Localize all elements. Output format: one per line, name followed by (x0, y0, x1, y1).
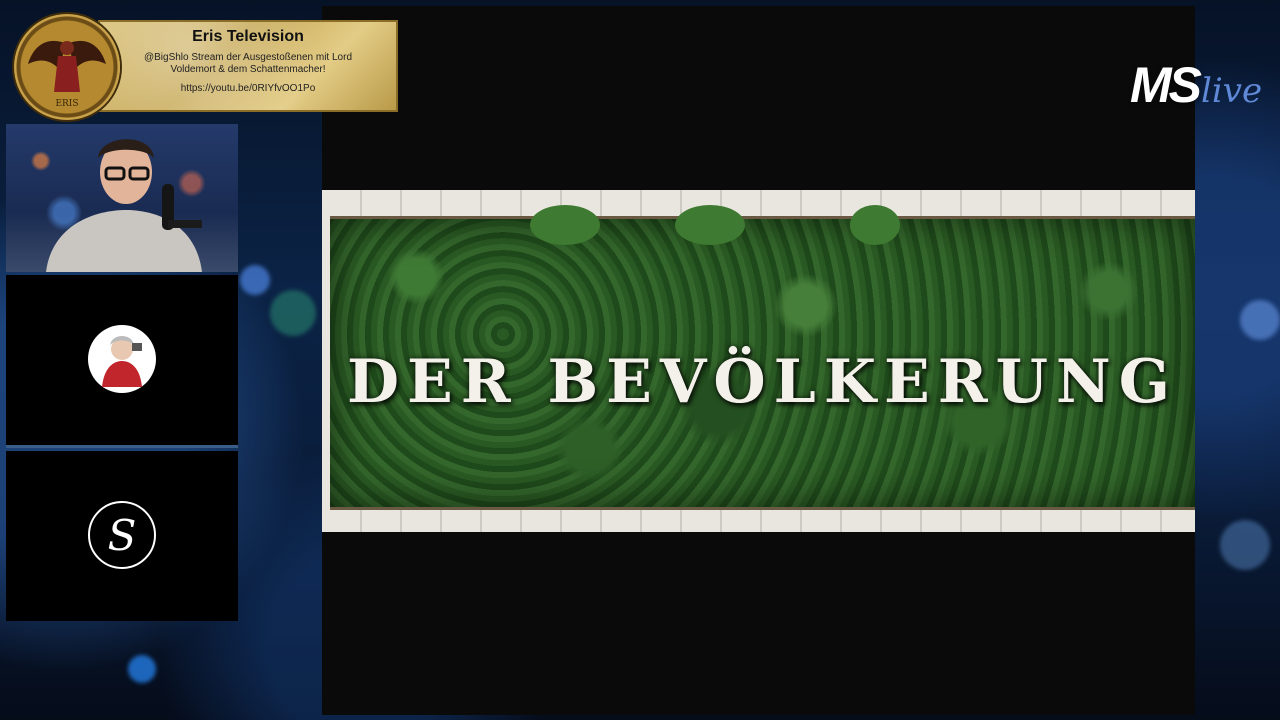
guest-tile[interactable]: S (6, 451, 238, 621)
bokeh-light (128, 655, 156, 683)
scene-title-text: DER BEVÖLKERUNG (346, 347, 1179, 417)
bokeh-light (270, 290, 316, 336)
leaf-cluster (850, 205, 900, 245)
channel-title: Eris Television (192, 28, 304, 45)
webcam-feed[interactable] (6, 124, 238, 272)
stream-link[interactable]: https://youtu.be/0RIYfvOO1Po (100, 83, 396, 94)
hedge-wall: DER BEVÖLKERUNG (330, 205, 1195, 510)
guest-tile[interactable] (6, 275, 238, 448)
stream-description: @BigShlo Stream der Ausgestoßenen mit Lo… (143, 52, 353, 75)
ms-live-logo: MSlive (1130, 56, 1263, 113)
leaf-cluster (675, 205, 745, 245)
leaf-cluster (530, 205, 600, 245)
logo-ms-text: MS (1130, 57, 1202, 113)
eris-seal-logo-icon: ERIS (14, 14, 120, 120)
hedge-banner-scene: DER BEVÖLKERUNG (322, 190, 1195, 532)
logo-live-text: live (1201, 71, 1263, 111)
s-letter-logo-icon: S (88, 501, 156, 569)
seal-text: ERIS (55, 99, 78, 109)
bokeh-light (1240, 300, 1280, 340)
person-cartoon-avatar-icon (88, 325, 156, 393)
channel-banner: Eris Television @BigShlo Stream der Ausg… (14, 14, 400, 120)
streamer-person-icon (46, 139, 202, 272)
bokeh-light (1220, 520, 1270, 570)
avatar-letter: S (107, 511, 137, 560)
channel-plaque: Eris Television @BigShlo Stream der Ausg… (98, 20, 398, 112)
bokeh-light (240, 265, 270, 295)
winged-figure-icon: ERIS (28, 40, 106, 109)
main-video-stream[interactable]: DER BEVÖLKERUNG (322, 6, 1195, 715)
